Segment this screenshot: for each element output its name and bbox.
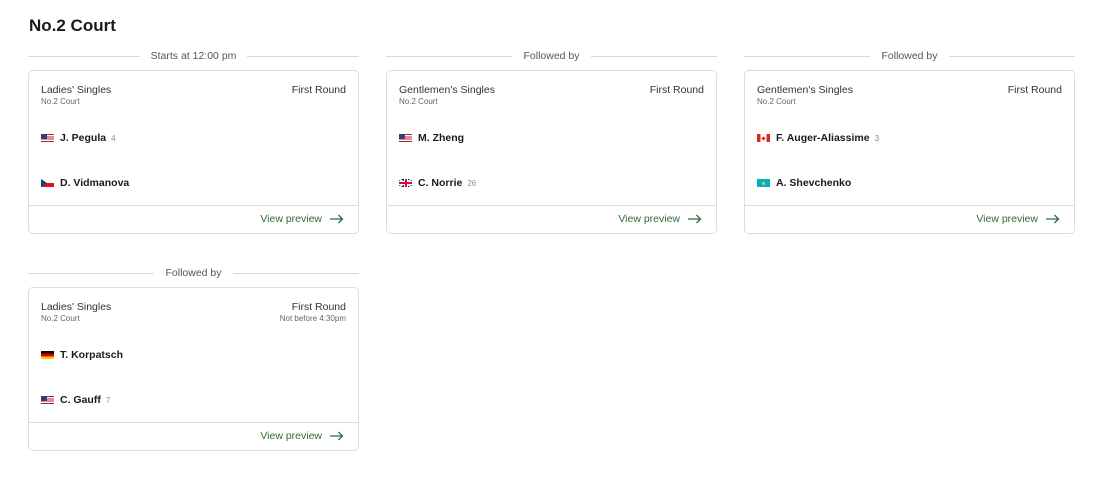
match-slot-3: Followed by Gentlemen's Singles No.2 Cou… <box>744 48 1075 234</box>
divider-line <box>948 55 1075 57</box>
event-name: Ladies' Singles <box>41 301 112 313</box>
player-row: C. Gauff 7 <box>41 394 110 406</box>
match-card[interactable]: Ladies' Singles No.2 Court First Round J… <box>28 70 359 234</box>
divider-label: Followed by <box>523 50 580 62</box>
card-footer-divider <box>29 422 358 423</box>
match-court: No.2 Court <box>399 97 438 106</box>
match-slot-4: Followed by Ladies' Singles No.2 Court F… <box>28 265 359 451</box>
player-row: A. Shevchenko <box>757 177 856 189</box>
player-row: T. Korpatsch <box>41 349 128 361</box>
divider-label: Starts at 12:00 pm <box>150 50 237 62</box>
match-note: Not before 4:30pm <box>279 314 346 323</box>
player-row: M. Zheng <box>399 132 469 144</box>
us-flag-icon <box>399 134 412 142</box>
view-preview-label: View preview <box>976 213 1038 225</box>
cz-flag-icon <box>41 179 54 187</box>
view-preview-link[interactable]: View preview <box>976 213 1060 225</box>
schedule-divider: Followed by <box>744 48 1075 64</box>
player-seed: 26 <box>467 178 477 188</box>
kz-flag-icon <box>757 179 770 187</box>
us-flag-icon <box>41 134 54 142</box>
round-name: First Round <box>1007 84 1062 96</box>
player-seed: 4 <box>111 133 116 143</box>
court-title: No.2 Court <box>29 16 116 35</box>
player-row: D. Vidmanova <box>41 177 134 189</box>
match-slot-1: Starts at 12:00 pm Ladies' Singles No.2 … <box>28 48 360 234</box>
schedule-divider: Starts at 12:00 pm <box>28 48 360 64</box>
arrow-right-icon <box>330 214 344 224</box>
round-name: First Round <box>291 301 346 313</box>
divider-line <box>232 272 359 274</box>
view-preview-label: View preview <box>260 213 322 225</box>
match-slot-2: Followed by Gentlemen's Singles No.2 Cou… <box>386 48 717 234</box>
match-card[interactable]: Gentlemen's Singles No.2 Court First Rou… <box>386 70 717 234</box>
divider-label: Followed by <box>881 50 938 62</box>
view-preview-link[interactable]: View preview <box>618 213 702 225</box>
event-name: Gentlemen's Singles <box>399 84 495 96</box>
divider-line <box>590 55 717 57</box>
player-name: M. Zheng <box>418 132 465 144</box>
event-name: Gentlemen's Singles <box>757 84 853 96</box>
view-preview-link[interactable]: View preview <box>260 213 344 225</box>
match-card[interactable]: Gentlemen's Singles No.2 Court First Rou… <box>744 70 1075 234</box>
player-row: F. Auger-Aliassime 3 <box>757 132 879 144</box>
round-name: First Round <box>649 84 704 96</box>
divider-label: Followed by <box>165 267 222 279</box>
divider-line <box>28 55 140 57</box>
player-name: C. Gauff <box>60 394 101 406</box>
card-footer-divider <box>387 205 716 206</box>
divider-line <box>247 55 360 57</box>
view-preview-link[interactable]: View preview <box>260 430 344 442</box>
match-court: No.2 Court <box>41 314 80 323</box>
player-name: J. Pegula <box>60 132 107 144</box>
arrow-right-icon <box>688 214 702 224</box>
player-name: D. Vidmanova <box>60 177 130 189</box>
round-name: First Round <box>291 84 346 96</box>
schedule-divider: Followed by <box>386 48 717 64</box>
player-row: C. Norrie 26 <box>399 177 476 189</box>
ca-flag-icon <box>757 134 770 142</box>
event-name: Ladies' Singles <box>41 84 112 96</box>
match-card[interactable]: Ladies' Singles No.2 Court First Round N… <box>28 287 359 451</box>
player-name: C. Norrie <box>418 177 463 189</box>
player-name: T. Korpatsch <box>60 349 124 361</box>
arrow-right-icon <box>330 431 344 441</box>
divider-line <box>744 55 871 57</box>
de-flag-icon <box>41 351 54 359</box>
player-name: A. Shevchenko <box>776 177 852 189</box>
card-footer-divider <box>29 205 358 206</box>
card-footer-divider <box>745 205 1074 206</box>
view-preview-label: View preview <box>260 430 322 442</box>
player-name: F. Auger-Aliassime <box>776 132 870 144</box>
player-seed: 7 <box>105 395 111 405</box>
us-flag-icon <box>41 396 54 404</box>
match-court: No.2 Court <box>757 97 796 106</box>
player-row: J. Pegula 4 <box>41 132 116 144</box>
schedule-divider: Followed by <box>28 265 359 281</box>
divider-line <box>28 272 155 274</box>
gb-flag-icon <box>399 179 412 187</box>
player-seed: 3 <box>874 133 880 143</box>
arrow-right-icon <box>1046 214 1060 224</box>
divider-line <box>386 55 513 57</box>
match-court: No.2 Court <box>41 97 80 106</box>
view-preview-label: View preview <box>618 213 680 225</box>
